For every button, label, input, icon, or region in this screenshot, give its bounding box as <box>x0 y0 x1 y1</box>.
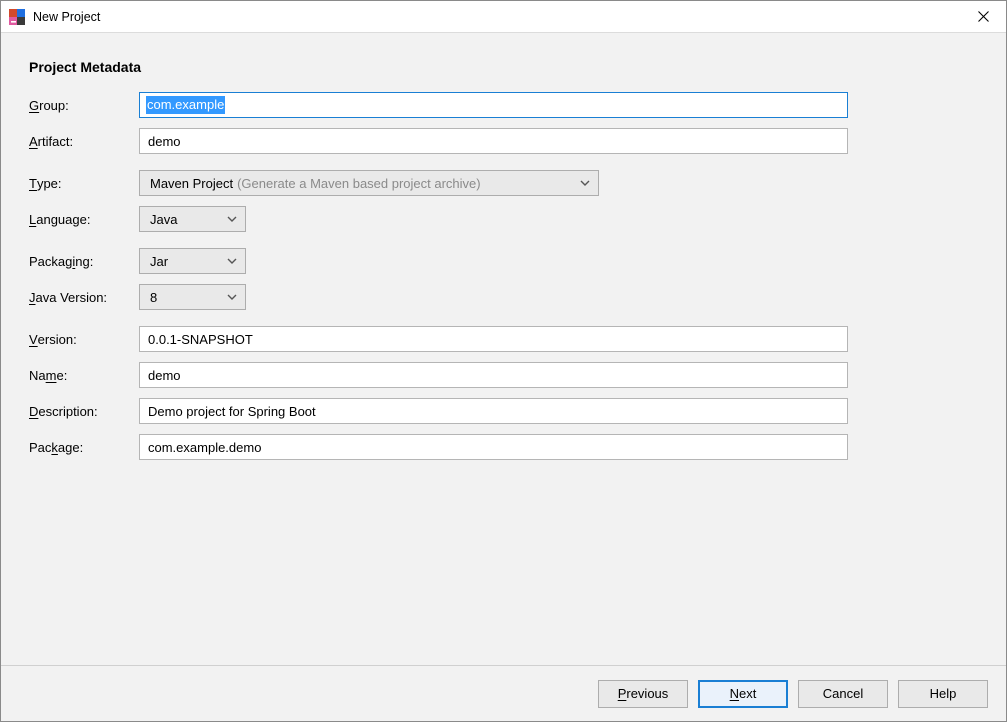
name-input[interactable] <box>139 362 848 388</box>
packaging-label: Packaging: <box>29 247 139 275</box>
chevron-down-icon <box>227 258 237 264</box>
type-label: Type: <box>29 169 139 197</box>
group-input-selection: com.example <box>146 96 225 114</box>
name-label: Name: <box>29 361 139 389</box>
packaging-select[interactable]: Jar <box>139 248 246 274</box>
window-title: New Project <box>33 10 960 24</box>
package-label: Package: <box>29 433 139 461</box>
chevron-down-icon <box>580 180 590 186</box>
metadata-form: Group: com.example Artifact: Type: Maven <box>29 91 988 461</box>
titlebar: New Project <box>1 1 1006 33</box>
java-version-label: Java Version: <box>29 283 139 311</box>
close-button[interactable] <box>960 1 1006 33</box>
artifact-label: Artifact: <box>29 127 139 155</box>
packaging-select-value: Jar <box>150 254 168 269</box>
version-label: Version: <box>29 325 139 353</box>
description-input[interactable] <box>139 398 848 424</box>
previous-button[interactable]: Previous <box>598 680 688 708</box>
type-select-value: Maven Project <box>150 176 233 191</box>
java-version-select[interactable]: 8 <box>139 284 246 310</box>
package-input[interactable] <box>139 434 848 460</box>
version-input[interactable] <box>139 326 848 352</box>
chevron-down-icon <box>227 216 237 222</box>
java-version-select-value: 8 <box>150 290 157 305</box>
artifact-input[interactable] <box>139 128 848 154</box>
intellij-icon <box>9 9 25 25</box>
language-select-value: Java <box>150 212 177 227</box>
type-select-hint: (Generate a Maven based project archive) <box>237 176 481 191</box>
language-select[interactable]: Java <box>139 206 246 232</box>
type-select[interactable]: Maven Project (Generate a Maven based pr… <box>139 170 599 196</box>
close-icon <box>978 11 989 22</box>
wizard-footer: Previous Next Cancel Help <box>1 665 1006 721</box>
help-button[interactable]: Help <box>898 680 988 708</box>
chevron-down-icon <box>227 294 237 300</box>
description-label: Description: <box>29 397 139 425</box>
group-input[interactable]: com.example <box>139 92 848 118</box>
language-label: Language: <box>29 205 139 233</box>
cancel-button[interactable]: Cancel <box>798 680 888 708</box>
new-project-window: New Project Project Metadata Group: com.… <box>0 0 1007 722</box>
content-area: Project Metadata Group: com.example Arti… <box>1 33 1006 665</box>
next-button[interactable]: Next <box>698 680 788 708</box>
group-label: Group: <box>29 91 139 119</box>
page-title: Project Metadata <box>29 59 988 75</box>
